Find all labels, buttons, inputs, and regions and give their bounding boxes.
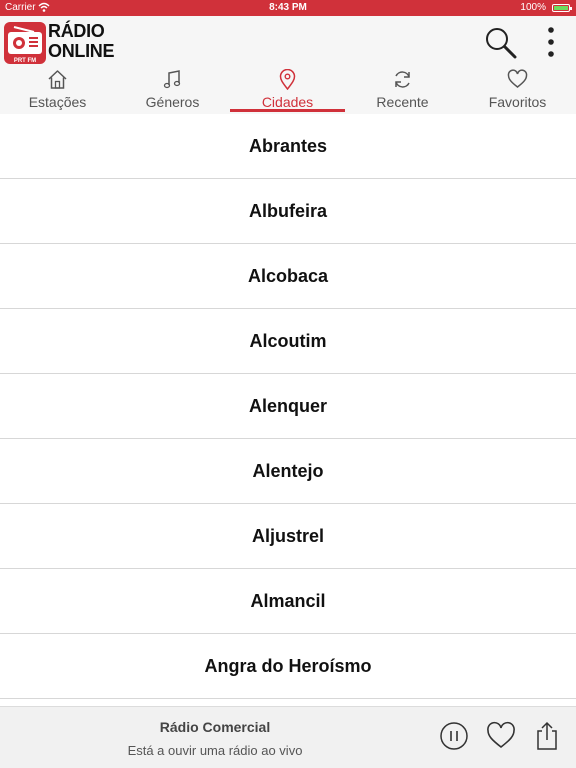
tab-label: Cidades [261, 94, 314, 110]
active-tab-indicator [230, 109, 345, 112]
tab-favoritos[interactable]: Favoritos [460, 68, 575, 114]
radio-logo-icon: PRT FM [4, 22, 46, 64]
app-title: RÁDIO ONLINE [48, 21, 115, 61]
heart-icon [507, 69, 528, 88]
list-item[interactable]: Albufeira [0, 179, 576, 244]
location-pin-icon [279, 69, 296, 90]
city-list: Abrantes Albufeira Alcobaca Alcoutim Ale… [0, 114, 576, 706]
tab-label: Favoritos [488, 94, 547, 110]
tab-estacoes[interactable]: Estações [0, 68, 115, 114]
heart-icon[interactable] [486, 721, 516, 751]
tab-label: Recente [376, 94, 429, 110]
now-playing-bar: Rádio Comercial Está a ouvir uma rádio a… [0, 706, 576, 768]
list-item[interactable]: Alcobaca [0, 244, 576, 309]
now-playing-station: Rádio Comercial [159, 719, 271, 735]
tab-cidades[interactable]: Cidades [230, 68, 345, 114]
tab-label: Estações [28, 94, 87, 110]
pause-icon[interactable] [439, 721, 469, 751]
app-title-line2: ONLINE [48, 41, 115, 61]
list-item[interactable]: Alentejo [0, 439, 576, 504]
app-title-line1: RÁDIO [48, 21, 105, 41]
list-item[interactable]: Alcoutim [0, 309, 576, 374]
home-icon [48, 70, 67, 89]
list-item[interactable]: Angra do Heroísmo [0, 634, 576, 699]
battery-percent: 100% [520, 2, 546, 13]
list-item[interactable]: Abrantes [0, 114, 576, 179]
status-bar: Carrier 8:43 PM 100% [0, 0, 576, 16]
tab-generos[interactable]: Géneros [115, 68, 230, 114]
music-note-icon [163, 70, 181, 89]
app-header: PRT FM RÁDIO ONLINE Estações Géneros Cid… [0, 16, 576, 114]
share-icon[interactable] [532, 721, 562, 751]
list-item[interactable]: Aljustrel [0, 504, 576, 569]
clock: 8:43 PM [269, 2, 307, 13]
logo-badge: PRT FM [14, 58, 36, 64]
list-item[interactable]: Alenquer [0, 374, 576, 439]
battery-icon [552, 4, 572, 12]
list-item[interactable]: Almancil [0, 569, 576, 634]
now-playing-status: Está a ouvir uma rádio ao vivo [127, 743, 303, 758]
tab-bar: Estações Géneros Cidades Recente Favorit… [0, 68, 576, 114]
more-vertical-icon[interactable] [540, 26, 562, 60]
refresh-icon [395, 71, 410, 88]
tab-recente[interactable]: Recente [345, 68, 460, 114]
tab-label: Géneros [145, 94, 200, 110]
search-icon[interactable] [484, 26, 518, 60]
